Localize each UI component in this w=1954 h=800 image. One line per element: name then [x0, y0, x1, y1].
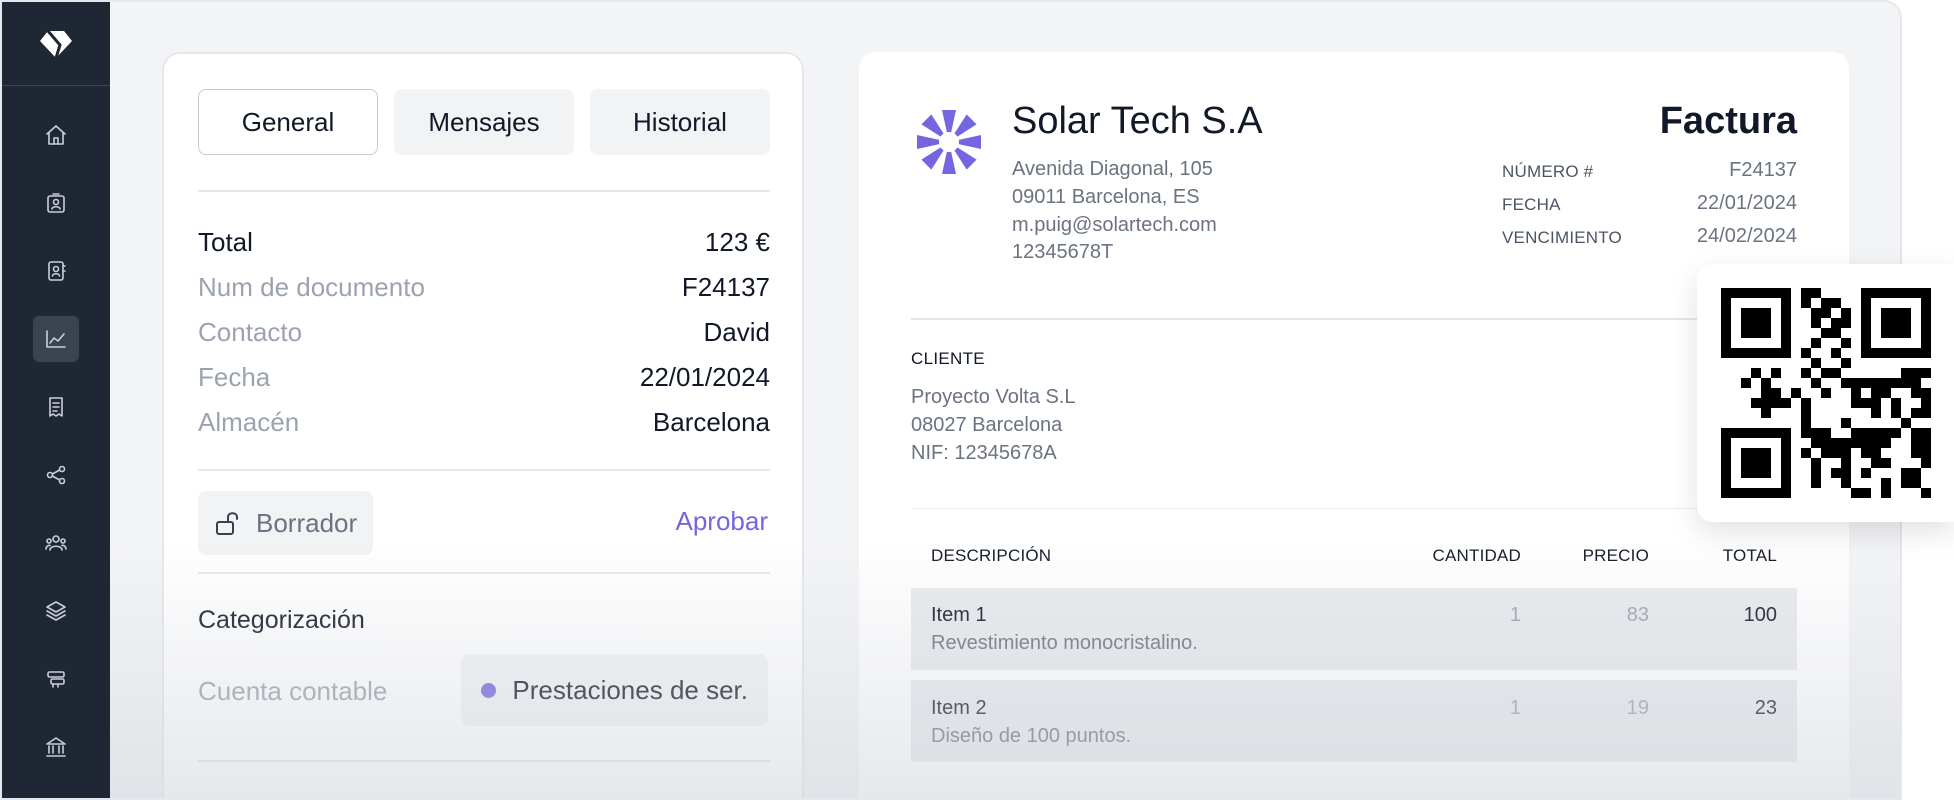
divider: [198, 572, 770, 574]
account-value: Prestaciones de ser.: [512, 674, 748, 705]
address-book-icon: [48, 261, 66, 281]
company-name: Solar Tech S.A: [1012, 100, 1263, 142]
qr-code-icon: [1721, 288, 1931, 498]
users-icon: [45, 535, 67, 551]
detail-label: Contacto: [198, 317, 303, 347]
invoice-date-value: 22/01/2024: [1696, 192, 1797, 214]
bank-icon: [46, 737, 66, 757]
approve-link[interactable]: Aprobar: [676, 506, 769, 537]
company-email: m.puig@solartech.com: [1012, 214, 1217, 236]
app-window: General Mensajes Historial Total 123 € N…: [0, 0, 1902, 800]
document-panel: General Mensajes Historial Total 123 € N…: [162, 52, 804, 798]
detail-document-number: Num de documento F24137: [198, 272, 770, 303]
detail-date: Fecha 22/01/2024: [198, 362, 770, 393]
client-title: CLIENTE: [911, 349, 985, 368]
nav-stack[interactable]: [33, 656, 79, 702]
tab-history[interactable]: Historial: [590, 89, 770, 155]
nav-team[interactable]: [33, 520, 79, 566]
client-name: Proyecto Volta S.L: [911, 386, 1076, 408]
section-title: Categorización: [198, 606, 365, 634]
detail-value: Barcelona: [652, 407, 770, 437]
nav-share[interactable]: [33, 452, 79, 498]
detail-value: 22/01/2024: [639, 362, 770, 392]
company-address-line: Avenida Diagonal, 105: [1012, 158, 1213, 180]
detail-value: F24137: [681, 272, 770, 302]
item-description: Revestimiento monocristalino.: [931, 632, 1198, 654]
detail-contact: Contacto David: [198, 317, 770, 348]
nav-home[interactable]: [33, 112, 79, 158]
chart-icon: [46, 330, 66, 348]
divider: [911, 508, 1797, 509]
stack-icon: [47, 671, 65, 688]
app-logo-icon: [40, 29, 72, 58]
item-quantity: 1: [1509, 697, 1521, 719]
tab-messages[interactable]: Mensajes: [394, 89, 574, 155]
home-icon: [46, 125, 66, 145]
nav-contacts[interactable]: [33, 180, 79, 226]
tab-general[interactable]: General: [198, 89, 378, 155]
sidebar: [2, 2, 110, 798]
item-quantity: 1: [1509, 604, 1521, 626]
layers-icon: [46, 601, 66, 621]
detail-value: David: [703, 317, 770, 347]
nav-analytics[interactable]: [33, 316, 79, 362]
divider: [198, 469, 770, 471]
status-label: Borrador: [256, 507, 358, 538]
receipt-icon: [49, 397, 63, 417]
detail-label: Total: [198, 227, 253, 257]
item-price: 83: [1626, 604, 1649, 626]
table-row: [911, 680, 1797, 762]
column-header-total: TOTAL: [1722, 546, 1777, 565]
qr-code-card: [1697, 264, 1954, 522]
divider: [198, 190, 770, 192]
company-logo-icon: [917, 110, 981, 174]
detail-value: 123 €: [704, 227, 770, 257]
column-header-quantity: CANTIDAD: [1432, 546, 1521, 565]
invoice-due-value: 24/02/2024: [1696, 225, 1797, 247]
item-name: Item 2: [931, 697, 987, 719]
app-logo[interactable]: [2, 2, 110, 86]
divider: [911, 318, 1797, 320]
table-row: [911, 588, 1797, 670]
invoice-number-value: F24137: [1729, 159, 1797, 181]
nav-products[interactable]: [33, 588, 79, 634]
item-description: Diseño de 100 puntos.: [931, 725, 1132, 747]
account-label: Cuenta contable: [198, 676, 388, 706]
item-price: 19: [1626, 697, 1649, 719]
detail-label: Almacén: [198, 407, 300, 437]
item-total: 100: [1743, 604, 1777, 626]
detail-label: Num de documento: [198, 272, 425, 302]
company-tax-id: 12345678T: [1012, 241, 1114, 263]
invoice-number-label: NÚMERO #: [1502, 162, 1594, 181]
detail-total: Total 123 €: [198, 227, 770, 258]
invoice-date-label: FECHA: [1502, 195, 1561, 214]
share-icon: [46, 465, 66, 485]
nav-address-book[interactable]: [33, 248, 79, 294]
divider: [198, 760, 770, 762]
account-select[interactable]: Prestaciones de ser.: [461, 654, 768, 726]
column-header-price: PRECIO: [1582, 546, 1649, 565]
item-total: 23: [1754, 697, 1777, 719]
item-name: Item 1: [931, 604, 987, 626]
detail-label: Fecha: [198, 362, 271, 392]
detail-warehouse: Almacén Barcelona: [198, 407, 770, 438]
client-city: 08027 Barcelona: [911, 414, 1063, 436]
column-header-description: DESCRIPCIÓN: [931, 546, 1052, 565]
tab-bar: General Mensajes Historial: [198, 89, 770, 155]
nav-bank[interactable]: [33, 724, 79, 770]
status-badge[interactable]: Borrador: [198, 491, 374, 555]
client-tax-id: NIF: 12345678A: [911, 442, 1057, 464]
company-address-line: 09011 Barcelona, ES: [1012, 186, 1200, 208]
nav-invoices[interactable]: [33, 384, 79, 430]
contact-card-icon: [47, 193, 65, 213]
invoice-title: Factura: [1659, 100, 1797, 142]
invoice-due-label: VENCIMIENTO: [1502, 228, 1622, 247]
unlock-icon: [216, 512, 238, 535]
account-dot-icon: [481, 682, 497, 698]
